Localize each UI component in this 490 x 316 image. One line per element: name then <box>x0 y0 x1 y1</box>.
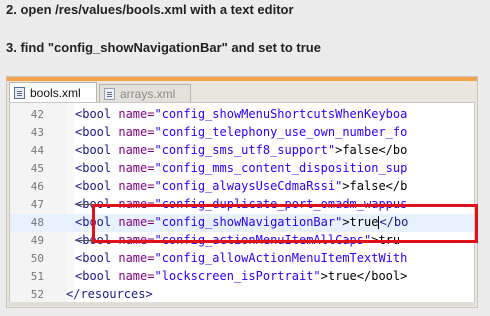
code-line[interactable]: 50 <bool name="config_allowActionMenuIte… <box>10 250 474 268</box>
xml-tag: <bool <box>75 125 119 139</box>
line-number: 49 <box>30 234 44 247</box>
xml-attr: name= <box>118 269 155 283</box>
editor-top-strip <box>7 77 477 81</box>
xml-attr: name= <box>118 161 155 175</box>
line-number: 47 <box>30 198 44 211</box>
horizontal-scrollbar[interactable] <box>9 302 475 306</box>
xml-value: "config_showMenuShortcutsWhenKeyboa <box>154 107 408 121</box>
xml-value: "config_telephony_use_own_number_fo <box>154 125 408 139</box>
text-editor-window: bools.xml arrays.xml 42 <bool name="conf… <box>6 76 478 308</box>
xml-tag: <bool <box>75 179 119 193</box>
xml-attr: name= <box>118 179 155 193</box>
tab-label: arrays.xml <box>120 86 176 101</box>
xml-value: "config_mms_content_disposition_sup <box>154 161 408 175</box>
line-number: 44 <box>30 144 44 157</box>
xml-value: "config_sms_utf8_support" <box>154 143 336 157</box>
code-line[interactable]: 45 <bool name="config_mms_content_dispos… <box>10 160 474 178</box>
highlight-annotation-box <box>92 204 478 243</box>
line-number: 45 <box>30 162 44 175</box>
xml-tag: </resources> <box>66 287 153 301</box>
xml-value: "config_alwaysUseCdmaRssi" <box>154 179 343 193</box>
instruction-step-3: 3. find "config_showNavigationBar" and s… <box>6 40 321 55</box>
xml-content: >false</bo <box>335 143 408 157</box>
code-line[interactable]: 46 <bool name="config_alwaysUseCdmaRssi"… <box>10 178 474 196</box>
xml-value: "config_allowActionMenuItemTextWith <box>154 251 408 265</box>
xml-attr: name= <box>118 251 155 265</box>
xml-value: "lockscreen_isPortrait" <box>154 269 321 283</box>
line-number: 46 <box>30 180 44 193</box>
xml-tag: <bool <box>75 143 119 157</box>
line-number: 52 <box>30 288 44 301</box>
xml-tag: <bool <box>75 161 119 175</box>
code-editor[interactable]: 42 <bool name="config_showMenuShortcutsW… <box>9 102 475 304</box>
xml-file-icon <box>104 87 115 100</box>
code-line[interactable]: 44 <bool name="config_sms_utf8_support">… <box>10 142 474 160</box>
line-number: 42 <box>30 108 44 121</box>
xml-content: >true</bool> <box>320 269 408 283</box>
xml-tag: <bool <box>75 107 119 121</box>
code-line[interactable]: 51 <bool name="lockscreen_isPortrait">tr… <box>10 268 474 286</box>
code-line[interactable]: 43 <bool name="config_telephony_use_own_… <box>10 124 474 142</box>
xml-attr: name= <box>118 125 155 139</box>
line-number: 50 <box>30 252 44 265</box>
line-number: 48 <box>30 216 44 229</box>
xml-attr: name= <box>118 107 155 121</box>
xml-tag: <bool <box>75 269 119 283</box>
xml-tag: <bool <box>75 251 119 265</box>
code-line[interactable]: 42 <bool name="config_showMenuShortcutsW… <box>10 106 474 124</box>
line-number: 43 <box>30 126 44 139</box>
tab-label: bools.xml <box>30 85 81 100</box>
tab-bools-xml[interactable]: bools.xml <box>9 82 97 102</box>
tab-arrays-xml[interactable]: arrays.xml <box>99 84 191 102</box>
xml-file-icon <box>14 86 25 99</box>
xml-attr: name= <box>118 143 155 157</box>
line-number: 51 <box>30 270 44 283</box>
instruction-step-2: 2. open /res/values/bools.xml with a tex… <box>6 2 294 17</box>
xml-content: >false</b <box>342 179 408 193</box>
